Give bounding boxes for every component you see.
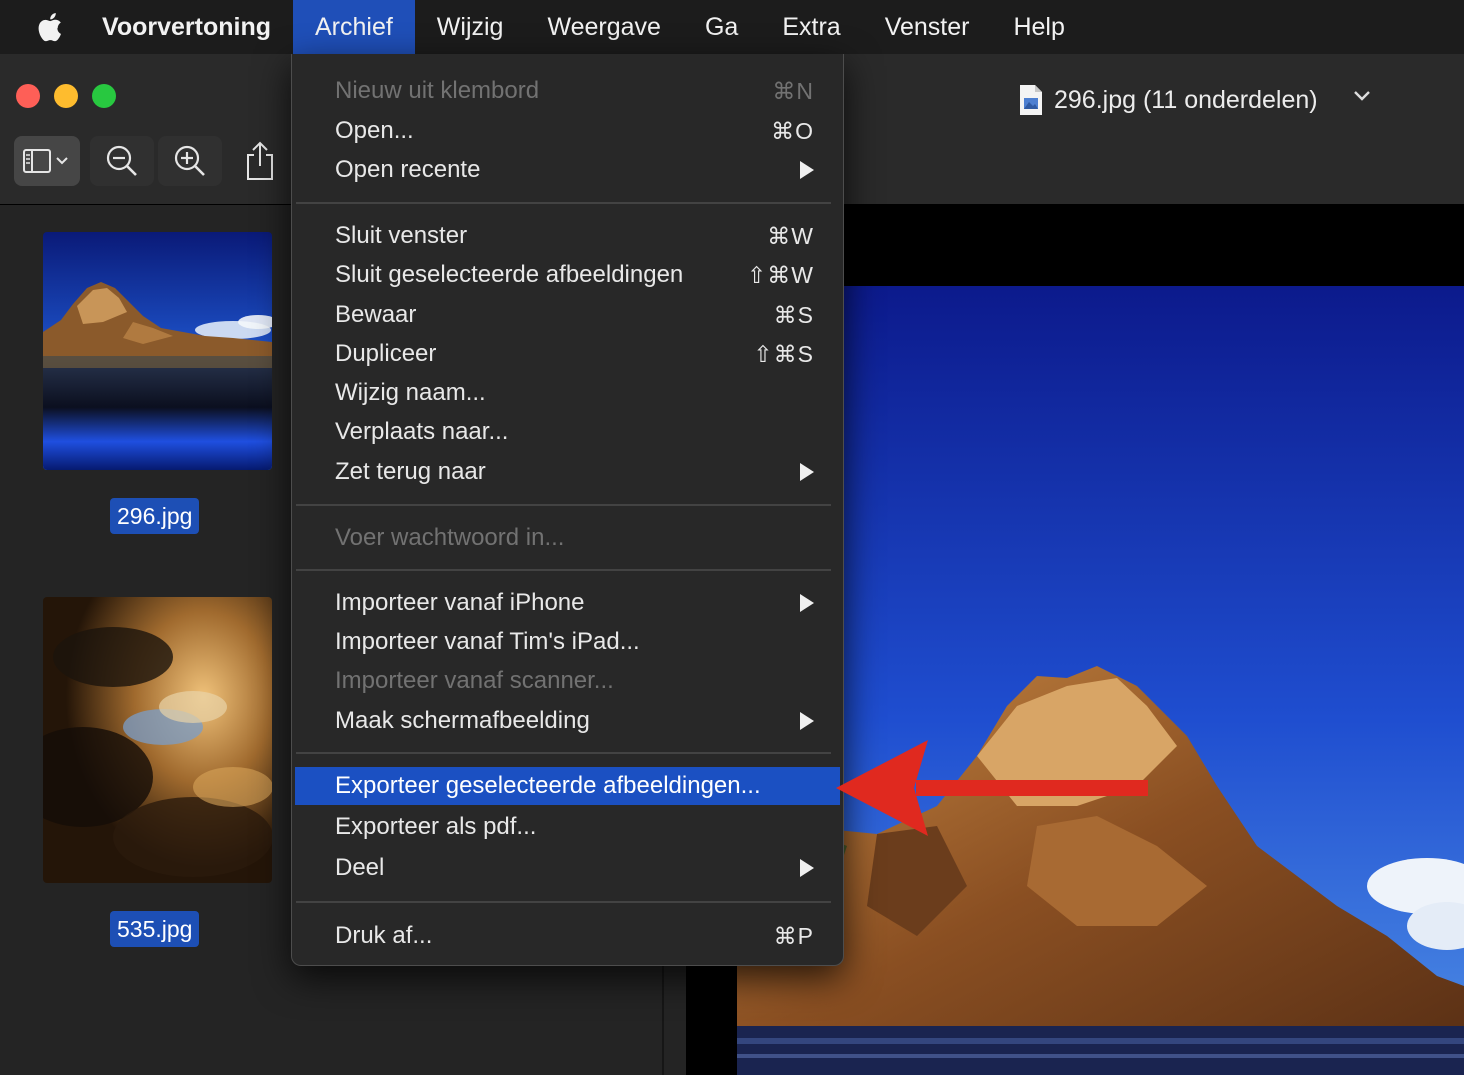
menu-item-druk-af[interactable]: Druk af... ⌘P bbox=[295, 917, 840, 955]
submenu-arrow-icon bbox=[800, 161, 814, 179]
thumbnail-535[interactable] bbox=[43, 597, 272, 883]
menu-separator bbox=[296, 901, 831, 903]
menu-item-importeer-vanaf-scanner[interactable]: Importeer vanaf scanner... bbox=[295, 662, 840, 700]
thumbnail-label-296[interactable]: 296.jpg bbox=[110, 498, 200, 534]
close-window-button[interactable] bbox=[16, 84, 40, 108]
zoom-in-icon bbox=[174, 145, 205, 176]
menubar-item-ga[interactable]: Ga bbox=[683, 0, 760, 54]
menu-item-open-recente[interactable]: Open recente bbox=[295, 151, 840, 189]
menu-separator bbox=[296, 569, 831, 571]
main-image bbox=[737, 286, 1464, 1075]
menu-item-exporteer-geselecteerde-afbeeldingen[interactable]: Exporteer geselecteerde afbeeldingen... bbox=[295, 767, 840, 805]
menubar-app-name[interactable]: Voorvertoning bbox=[102, 0, 293, 54]
share-icon bbox=[247, 141, 273, 180]
menu-item-importeer-vanaf-iphone[interactable]: Importeer vanaf iPhone bbox=[295, 584, 840, 622]
zoom-in-button[interactable] bbox=[158, 136, 222, 186]
menu-item-deel[interactable]: Deel bbox=[295, 849, 840, 887]
menu-item-dupliceer[interactable]: Dupliceer ⇧⌘S bbox=[295, 335, 840, 373]
shortcut-label: ⇧⌘S bbox=[753, 340, 814, 367]
red-arrow-annotation-icon bbox=[836, 740, 1148, 836]
menubar-item-extra[interactable]: Extra bbox=[760, 0, 862, 54]
shortcut-label: ⌘W bbox=[767, 222, 814, 249]
menubar-item-wijzig[interactable]: Wijzig bbox=[415, 0, 526, 54]
shortcut-label: ⇧⌘W bbox=[747, 261, 814, 288]
shortcut-label: ⌘N bbox=[772, 77, 814, 104]
fullscreen-window-button[interactable] bbox=[92, 84, 116, 108]
thumbnail-image-296 bbox=[43, 232, 272, 470]
shortcut-label: ⌘O bbox=[771, 117, 814, 144]
menu-bar: Voorvertoning Archief Wijzig Weergave Ga… bbox=[0, 0, 1464, 54]
apple-logo-icon[interactable] bbox=[30, 11, 68, 43]
menubar-item-venster[interactable]: Venster bbox=[863, 0, 992, 54]
thumbnail-label-535[interactable]: 535.jpg bbox=[110, 911, 200, 947]
menu-separator bbox=[296, 202, 831, 204]
menu-item-exporteer-als-pdf[interactable]: Exporteer als pdf... bbox=[295, 808, 840, 846]
menubar-item-weergave[interactable]: Weergave bbox=[525, 0, 683, 54]
submenu-arrow-icon bbox=[800, 594, 814, 612]
submenu-arrow-icon bbox=[800, 463, 814, 481]
menubar-item-help[interactable]: Help bbox=[991, 0, 1086, 54]
shortcut-label: ⌘P bbox=[773, 922, 814, 949]
sidebar-toggle-button[interactable] bbox=[14, 136, 80, 186]
menu-item-voer-wachtwoord-in[interactable]: Voer wachtwoord in... bbox=[295, 519, 840, 557]
jpeg-document-icon bbox=[1020, 85, 1042, 115]
menu-separator bbox=[296, 752, 831, 754]
thumbnail-image-535 bbox=[43, 597, 272, 883]
window-title[interactable]: 296.jpg (11 onderdelen) bbox=[1018, 80, 1318, 120]
menu-item-open[interactable]: Open... ⌘O bbox=[295, 112, 840, 150]
submenu-arrow-icon bbox=[800, 712, 814, 730]
menu-item-sluit-venster[interactable]: Sluit venster ⌘W bbox=[295, 217, 840, 255]
menubar-item-archief[interactable]: Archief bbox=[292, 0, 415, 54]
menu-item-bewaar[interactable]: Bewaar ⌘S bbox=[295, 296, 840, 334]
archief-menu: Nieuw uit klembord ⌘N Open... ⌘O Open re… bbox=[291, 54, 844, 966]
sidebar-icon bbox=[23, 149, 68, 173]
menu-separator bbox=[296, 504, 831, 506]
menu-item-zet-terug-naar[interactable]: Zet terug naar bbox=[295, 453, 840, 491]
minimize-window-button[interactable] bbox=[54, 84, 78, 108]
chevron-down-icon[interactable] bbox=[1352, 88, 1372, 104]
share-button[interactable] bbox=[236, 136, 284, 186]
submenu-arrow-icon bbox=[800, 859, 814, 877]
menu-item-verplaats-naar[interactable]: Verplaats naar... bbox=[295, 413, 840, 451]
menu-item-importeer-vanaf-ipad[interactable]: Importeer vanaf Tim's iPad... bbox=[295, 623, 840, 661]
thumbnail-296[interactable] bbox=[43, 232, 272, 470]
menu-item-wijzig-naam[interactable]: Wijzig naam... bbox=[295, 374, 840, 412]
menu-item-maak-schermafbeelding[interactable]: Maak schermafbeelding bbox=[295, 702, 840, 740]
shortcut-label: ⌘S bbox=[773, 301, 814, 328]
menu-item-sluit-geselecteerde-afbeeldingen[interactable]: Sluit geselecteerde afbeeldingen ⇧⌘W bbox=[295, 256, 840, 294]
zoom-out-icon bbox=[106, 145, 137, 176]
window-title-text: 296.jpg (11 onderdelen) bbox=[1054, 85, 1318, 114]
zoom-out-button[interactable] bbox=[90, 136, 154, 186]
menu-item-nieuw-uit-klembord[interactable]: Nieuw uit klembord ⌘N bbox=[295, 72, 840, 110]
